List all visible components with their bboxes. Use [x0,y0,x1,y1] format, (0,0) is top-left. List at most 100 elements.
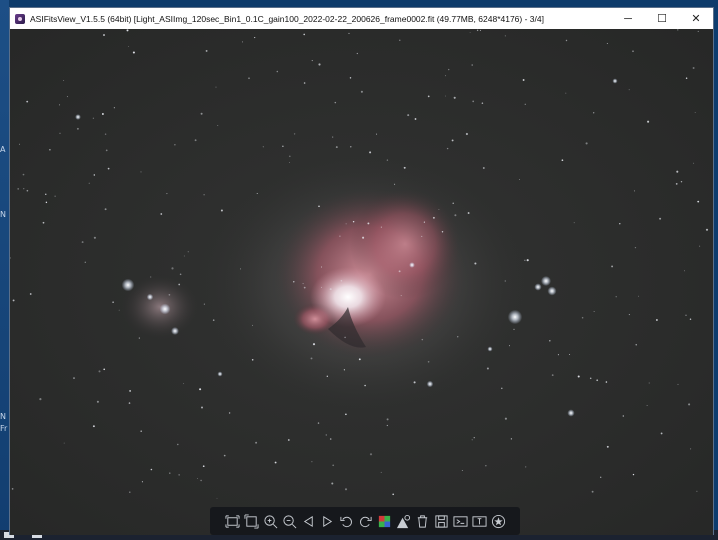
info-icon [471,514,487,529]
star [112,301,114,303]
star [113,107,115,109]
rotate-right-icon [358,514,373,529]
close-button[interactable]: ✕ [679,8,713,29]
star [633,190,636,192]
debayer-icon [377,514,392,529]
star [317,422,320,424]
star [473,437,475,439]
star [685,314,687,316]
star [467,212,470,214]
delete-button[interactable] [414,513,430,529]
annotate-button[interactable] [490,513,506,529]
star [217,125,219,126]
star [203,303,205,305]
star [42,221,45,224]
previous-image-button[interactable] [300,513,316,529]
star [394,183,396,185]
star [362,236,365,239]
star [129,389,132,392]
star [312,343,316,346]
star [228,412,231,414]
star [59,132,61,134]
star [63,79,65,82]
star [140,171,142,173]
save-button[interactable] [433,513,449,529]
star [318,63,321,66]
desktop-text-fragment: N [0,412,6,421]
star [699,245,701,247]
star [11,488,14,490]
star [369,453,373,456]
star [360,90,363,93]
minimize-button[interactable]: ─ [611,8,645,29]
star [386,424,388,427]
fit-to-window-button[interactable] [224,513,240,529]
star [66,96,68,98]
star [423,221,425,223]
star [335,146,338,149]
star [321,266,323,268]
star [519,178,521,180]
star [481,102,484,104]
viewer-toolbar [210,507,520,535]
star [105,149,108,152]
maximize-icon: ☐ [657,13,667,25]
histogram-button[interactable] [452,513,468,529]
star [19,143,20,145]
star [12,299,15,302]
star [693,162,695,164]
next-image-icon [320,514,335,529]
star [101,113,104,115]
app-window: ASIFitsView_V1.5.5 (64bit) [Light_ASIImg… [9,7,714,535]
star [593,112,595,114]
actual-size-button[interactable] [243,513,259,529]
star [200,112,203,115]
info-button[interactable] [471,513,487,529]
star [293,133,296,135]
star [471,439,473,441]
star [565,39,568,42]
star [23,188,25,190]
debayer-button[interactable] [376,513,392,529]
zoom-out-button[interactable] [281,513,297,529]
star [655,319,658,321]
star [178,283,181,286]
histogram-icon [452,514,468,529]
star [200,479,202,482]
star [452,202,454,204]
star [386,418,389,421]
star [345,223,347,225]
window-controls: ─ ☐ ✕ [611,8,713,29]
star [549,339,551,342]
star [689,318,692,321]
star [17,188,20,190]
star [635,344,637,346]
image-viewport[interactable] [10,29,713,535]
star [399,39,401,41]
star [282,145,284,147]
star [103,34,105,36]
star [26,189,29,192]
star [398,270,401,273]
star [445,75,447,77]
maximize-button[interactable]: ☐ [645,8,679,29]
rotate-left-button[interactable] [338,513,354,529]
astro-image [10,29,713,535]
star [461,469,463,471]
stretch-button[interactable] [395,513,411,529]
stretch-icon [396,514,411,529]
star [479,29,481,31]
bright-star [567,409,575,417]
title-bar[interactable]: ASIFitsView_V1.5.5 (64bit) [Light_ASIImg… [10,8,713,29]
rotate-right-button[interactable] [357,513,373,529]
next-image-button[interactable] [319,513,335,529]
star [427,360,430,363]
star [205,49,208,52]
star [565,92,567,94]
star [364,384,366,387]
desktop-left-strip [0,0,9,540]
star [392,493,395,496]
zoom-in-button[interactable] [262,513,278,529]
star [76,127,79,130]
bright-star [75,114,81,120]
